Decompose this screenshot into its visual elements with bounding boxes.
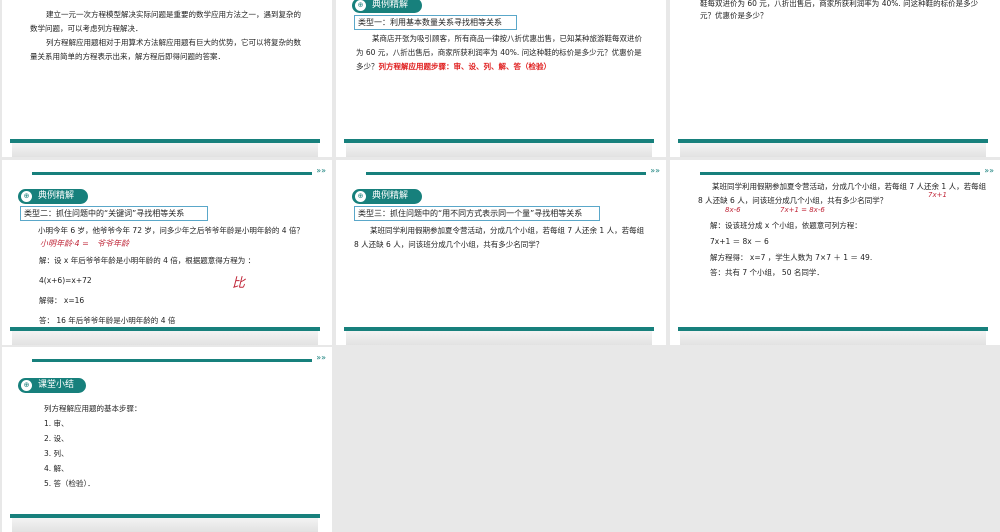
- handwritten-note: 7x+1: [928, 191, 947, 199]
- footer-strip: [12, 143, 318, 157]
- answer: 答： 16 年后爷爷年龄是小明年龄的 4 倍: [39, 316, 176, 325]
- solution-setup: 解：设 x 年后爷爷年龄是小明年龄的 4 倍，根据题意得方程为 ：: [39, 256, 256, 265]
- footer-strip: [12, 331, 318, 345]
- header-bar: [366, 166, 660, 175]
- type-heading: 类型三：抓住问题中的“用不同方式表示同一个量”寻找相等关系: [354, 206, 600, 221]
- section-badge: ⊕ 典例精解: [352, 0, 422, 13]
- slide-thumbnail-6[interactable]: 某班同学利用假期参加夏令营活动，分成几个小组，若每组 7 人还余 1 人，若每组…: [670, 160, 1000, 345]
- slide-thumbnail-3[interactable]: 鞋每双进价为 60 元，八折出售后，商家所获利润率为 40%. 问这种鞋的标价是…: [670, 0, 1000, 157]
- problem-text: 小明今年 6 岁，他爷爷今年 72 岁，问多少年之后爷爷年龄是小明年龄的 4 倍…: [38, 226, 304, 235]
- result: 解得： x=16: [39, 296, 85, 305]
- magnifier-icon: ⊕: [355, 191, 366, 202]
- slide-thumbnail-4[interactable]: ⊕ 典例精解 类型二：抓住问题中的“关键词”寻找相等关系 小明今年 6 岁，他爷爷…: [2, 160, 332, 345]
- summary-heading: 列方程解应用题的基本步骤：: [44, 404, 142, 413]
- summary-step: 1. 审、: [44, 419, 69, 428]
- section-badge: ⊕ 典例精解: [352, 189, 422, 204]
- header-bar: [700, 166, 994, 175]
- header-bar: [32, 353, 326, 362]
- paragraph: 建立一元一次方程模型解决实际问题是重要的数学应用方法之一，遇到复杂的数学问题，可…: [30, 10, 301, 33]
- solution-setup: 解：设该班分成 x 个小组，依题意可列方程：: [710, 221, 862, 230]
- handwritten-note: 小明年龄·4 =: [40, 239, 89, 248]
- handwritten-note: 比: [232, 276, 246, 291]
- problem-text: 某班同学利用假期参加夏令营活动，分成几个小组，若每组 7 人还余 1 人，若每组…: [354, 226, 645, 249]
- type-heading: 类型二：抓住问题中的“关键词”寻找相等关系: [20, 206, 208, 221]
- slide-thumbnail-2[interactable]: ⊕ 典例精解 类型一：利用基本数量关系寻找相等关系 某商店开张为吸引顾客，所有商品…: [336, 0, 666, 157]
- handwritten-note: 8x-6: [725, 206, 741, 214]
- paragraph: 列方程解应用题相对于用算术方法解应用题有巨大的优势，它可以将复杂的数量关系用简单…: [30, 38, 301, 61]
- footer-strip: [346, 331, 652, 345]
- result: 解方程得： x=7 ，学生人数为 7×7 ＋ 1 ＝ 49.: [710, 253, 873, 262]
- handwritten-note: 爷爷年龄: [97, 239, 129, 248]
- badge-label: 典例精解: [38, 191, 75, 201]
- handwritten-note: 7x+1 = 8x-6: [780, 206, 825, 214]
- footer-strip: [346, 143, 652, 157]
- slide-thumbnail-7[interactable]: ⊕ 课堂小结 列方程解应用题的基本步骤： 1. 审、 2. 设、 3. 列、 4.…: [2, 347, 332, 532]
- badge-label: 课堂小结: [38, 380, 75, 390]
- slide-thumbnail-5[interactable]: ⊕ 典例精解 类型三：抓住问题中的“用不同方式表示同一个量”寻找相等关系 某班同学…: [336, 160, 666, 345]
- summary-step: 5. 答（检验）．: [44, 479, 95, 488]
- section-badge: ⊕ 典例精解: [18, 189, 88, 204]
- problem-text: 鞋每双进价为 60 元，八折出售后，商家所获利润率为 40%. 问这种鞋的标价是…: [700, 0, 979, 20]
- section-badge: ⊕ 课堂小结: [18, 378, 86, 393]
- type-heading: 类型一：利用基本数量关系寻找相等关系: [354, 15, 517, 30]
- summary-step: 4. 解、: [44, 464, 69, 473]
- problem-text: 某商店开张为吸引顾客，所有商品一律按八折优惠出售，已知某种旅游鞋每双进价为 60…: [356, 32, 646, 74]
- summary-step: 3. 列、: [44, 449, 69, 458]
- answer: 答：共有 7 个小组， 50 名同学．: [710, 268, 824, 277]
- footer-strip: [680, 143, 986, 157]
- badge-label: 典例精解: [372, 0, 409, 10]
- magnifier-icon: ⊕: [355, 0, 366, 11]
- summary-step: 2. 设、: [44, 434, 69, 443]
- magnifier-icon: ⊕: [21, 380, 32, 391]
- equation: 4(x+6)=x+72: [39, 276, 92, 285]
- header-bar: [32, 166, 326, 175]
- footer-strip: [680, 331, 986, 345]
- slide-thumbnail-1[interactable]: 建立一元一次方程模型解决实际问题是重要的数学应用方法之一，遇到复杂的数学问题，可…: [2, 0, 332, 157]
- badge-label: 典例精解: [372, 191, 409, 201]
- equation: 7x+1 ＝ 8x － 6: [710, 237, 769, 246]
- magnifier-icon: ⊕: [21, 191, 32, 202]
- steps-highlight: 列方程解应用题步骤：审、设、列、解、答（检验）: [378, 62, 552, 71]
